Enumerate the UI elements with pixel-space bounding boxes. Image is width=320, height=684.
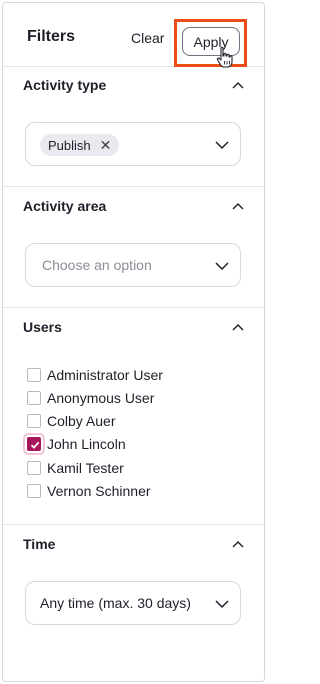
- user-label: John Lincoln: [47, 436, 126, 452]
- filters-panel: Filters Clear Apply Activity type Publis…: [2, 2, 265, 682]
- chevron-up-icon[interactable]: [230, 200, 246, 212]
- chevron-up-icon[interactable]: [230, 538, 246, 550]
- user-label: Administrator User: [47, 367, 163, 383]
- checkbox-checked[interactable]: [27, 437, 41, 451]
- chevron-down-icon[interactable]: [214, 260, 230, 272]
- user-checkbox-row[interactable]: Kamil Tester: [27, 458, 124, 478]
- activity-area-title: Activity area: [23, 198, 107, 214]
- user-checkbox-row[interactable]: Anonymous User: [27, 388, 154, 408]
- apply-highlight: Apply: [174, 19, 247, 68]
- user-label: Vernon Schinner: [47, 483, 151, 499]
- clear-button[interactable]: Clear: [131, 30, 164, 46]
- select-value: Any time (max. 30 days): [40, 595, 191, 611]
- user-label: Colby Auer: [47, 413, 116, 429]
- close-icon[interactable]: ✕: [100, 138, 112, 152]
- checkbox[interactable]: [27, 368, 41, 382]
- chip-label: Publish: [48, 137, 91, 153]
- section-divider: [3, 524, 264, 525]
- time-title: Time: [23, 536, 56, 552]
- user-label: Kamil Tester: [47, 460, 124, 476]
- activity-type-title: Activity type: [23, 77, 107, 93]
- chevron-down-icon[interactable]: [214, 598, 230, 610]
- section-divider: [3, 307, 264, 308]
- panel-title: Filters: [27, 28, 76, 45]
- filters-header: Filters Clear Apply: [3, 3, 264, 68]
- activity-area-select[interactable]: Choose an option: [25, 243, 241, 287]
- user-checkbox-row[interactable]: Administrator User: [27, 365, 163, 385]
- user-checkbox-row[interactable]: Colby Auer: [27, 411, 115, 431]
- time-select[interactable]: Any time (max. 30 days): [25, 581, 241, 625]
- select-placeholder: Choose an option: [42, 257, 152, 273]
- user-checkbox-row[interactable]: John Lincoln: [27, 434, 126, 454]
- section-divider: [3, 186, 264, 187]
- chevron-up-icon[interactable]: [230, 321, 246, 333]
- time-section-header[interactable]: Time: [3, 526, 264, 562]
- checkbox[interactable]: [27, 461, 41, 475]
- user-label: Anonymous User: [47, 390, 155, 406]
- activity-type-select[interactable]: Publish ✕: [25, 122, 241, 166]
- chevron-down-icon[interactable]: [214, 139, 230, 151]
- check-icon: [30, 441, 40, 449]
- checkbox[interactable]: [27, 414, 41, 428]
- checkbox[interactable]: [27, 391, 41, 405]
- selected-chip: Publish ✕: [40, 134, 120, 156]
- checkbox[interactable]: [27, 484, 41, 498]
- chevron-up-icon[interactable]: [230, 79, 246, 91]
- activity-type-section-header[interactable]: Activity type: [3, 67, 264, 103]
- hand-cursor-icon: [216, 46, 233, 68]
- user-checkbox-row[interactable]: Vernon Schinner: [27, 481, 151, 501]
- users-section-header[interactable]: Users: [3, 309, 264, 345]
- activity-area-section-header[interactable]: Activity area: [3, 188, 264, 224]
- users-title: Users: [23, 319, 62, 335]
